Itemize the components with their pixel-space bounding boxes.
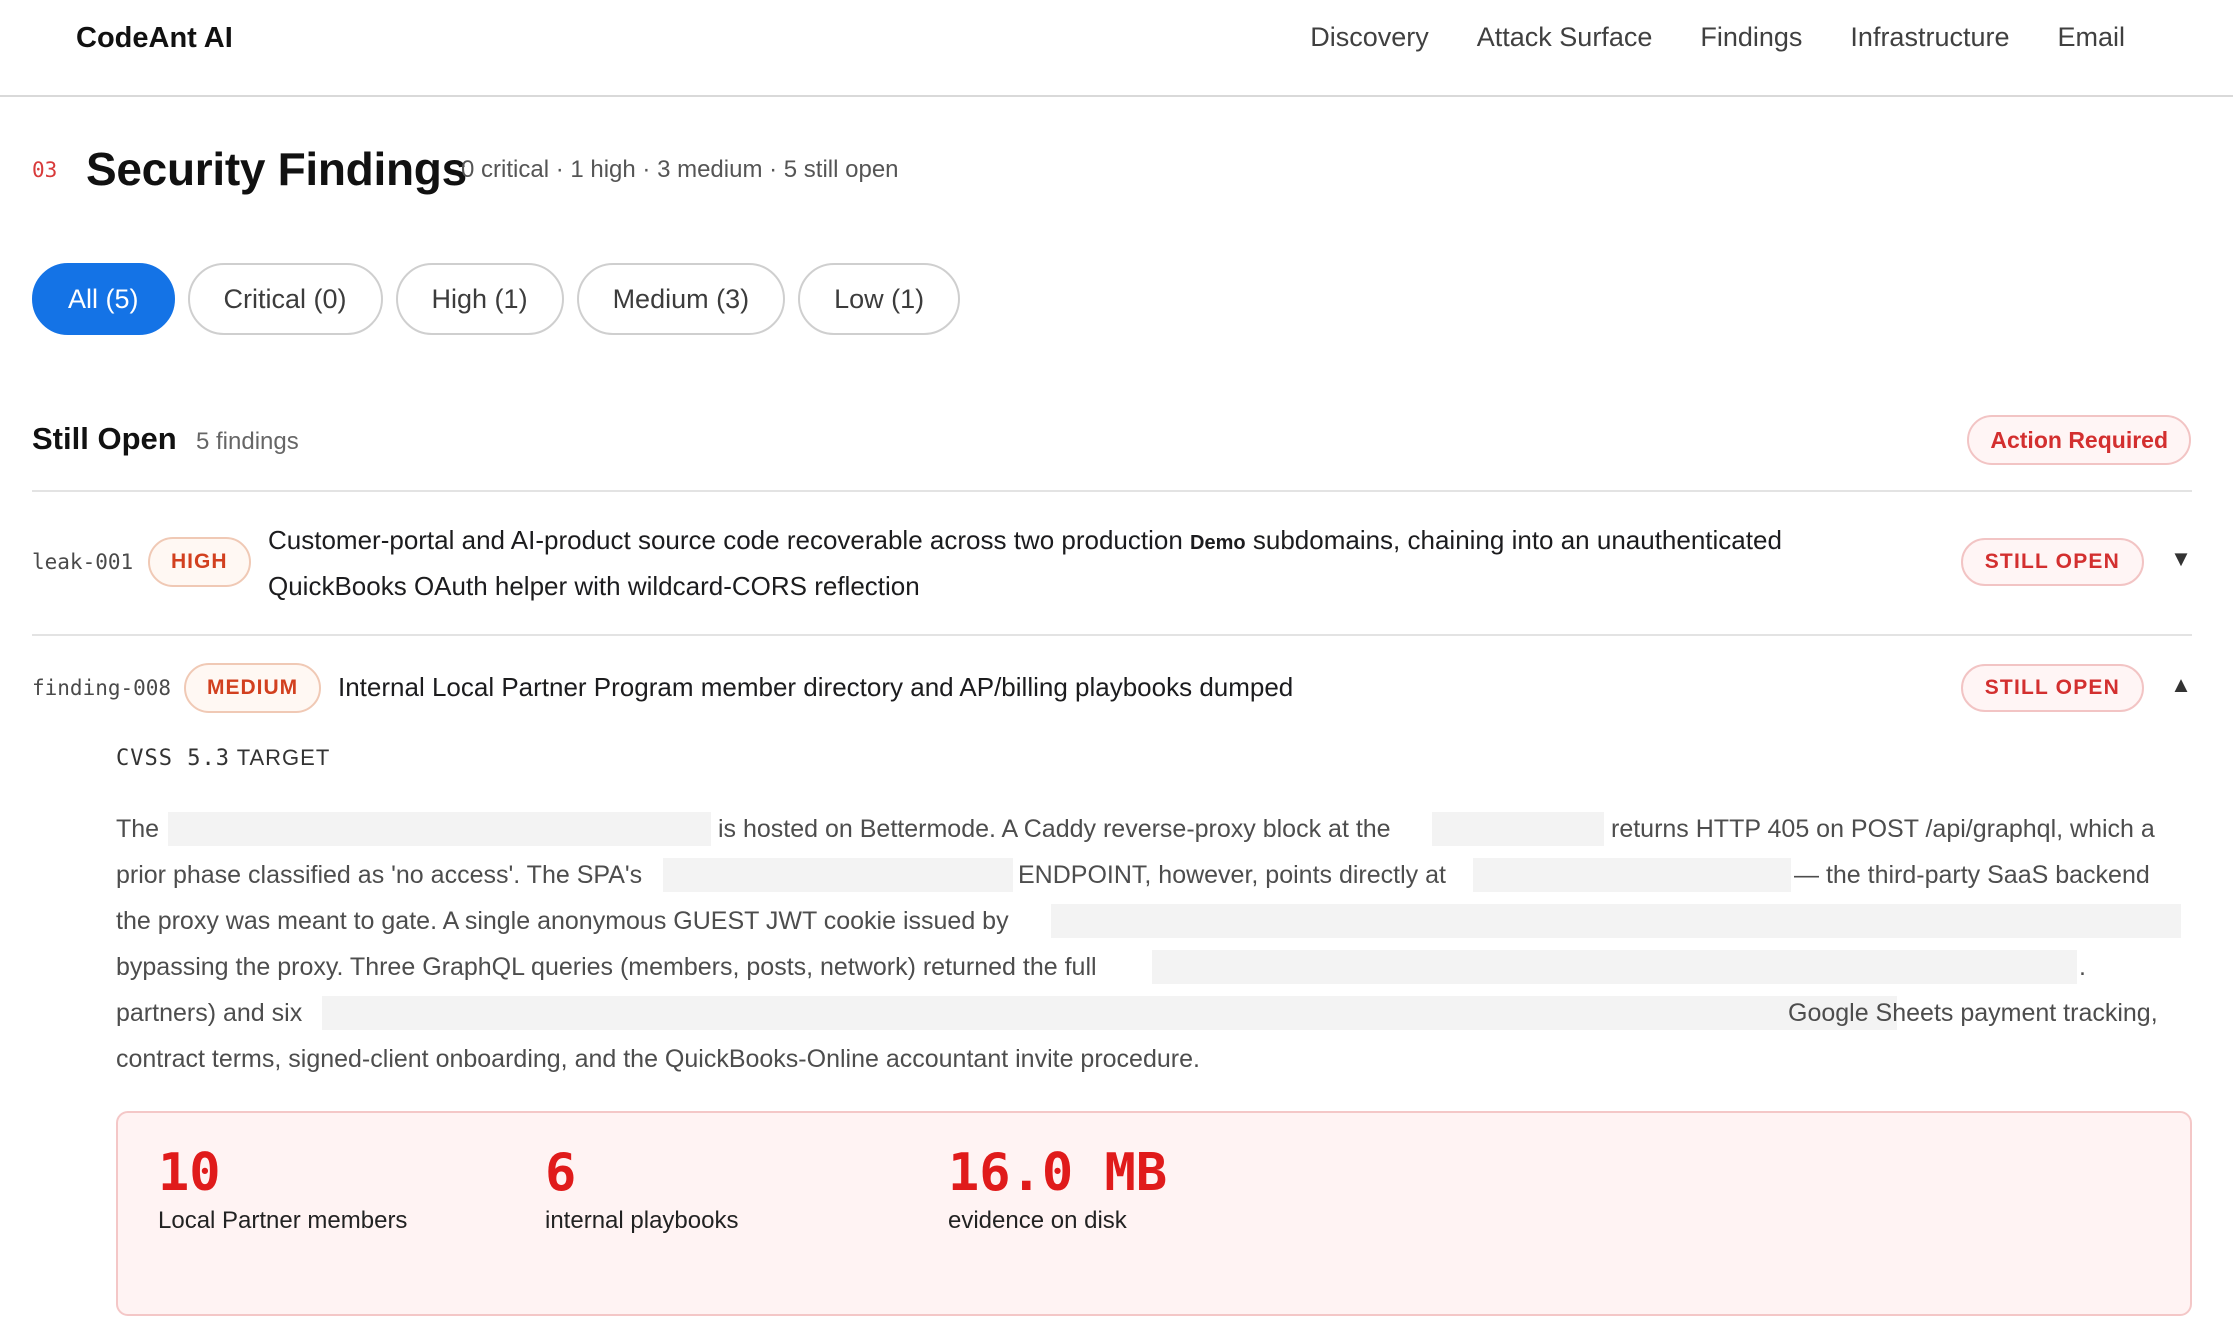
redacted-block <box>1432 812 1604 846</box>
target-label: TARGET <box>236 745 331 770</box>
filter-critical[interactable]: Critical (0) <box>187 263 383 335</box>
action-required-badge: Action Required <box>1967 415 2191 465</box>
page-title: Security Findings <box>86 143 467 195</box>
finding-title-line-2: QuickBooks OAuth helper with wildcard-CO… <box>268 571 920 601</box>
main-nav: Discovery Attack Surface Findings Infras… <box>1310 22 2125 53</box>
impact-stats-card: 10 Local Partner members 6 internal play… <box>116 1111 2192 1316</box>
status-badge: STILL OPEN <box>1960 538 2144 586</box>
severity-badge: MEDIUM <box>184 663 322 713</box>
finding-title[interactable]: Internal Local Partner Program member di… <box>338 666 1293 709</box>
nav-attack-surface[interactable]: Attack Surface <box>1477 22 1653 53</box>
finding-title[interactable]: Customer-portal and AI-product source co… <box>268 519 1908 608</box>
redacted-block <box>168 812 711 846</box>
demo-tag: Demo <box>1190 532 1246 554</box>
description-line: the proxy was meant to gate. A single an… <box>116 898 2182 944</box>
filter-high[interactable]: High (1) <box>395 263 564 335</box>
divider <box>32 490 2192 492</box>
description-text: partners) and six <box>116 999 303 1027</box>
status-badge: STILL OPEN <box>1960 664 2144 712</box>
top-navbar: CodeAnt AI Discovery Attack Surface Find… <box>0 0 2233 97</box>
nav-discovery[interactable]: Discovery <box>1310 22 1429 53</box>
description-text: Google Sheets payment tracking, <box>1788 999 2158 1027</box>
description-text: The <box>116 815 160 843</box>
finding-title-text: subdomains, chaining into an unauthentic… <box>1252 525 1782 555</box>
cvss-target-line: CVSS 5.3 TARGET <box>116 745 330 771</box>
finding-title-text: Customer-portal and AI-product source co… <box>268 525 1183 555</box>
description-text: — the third-party SaaS backend <box>1794 861 2150 889</box>
group-title: Still Open <box>32 421 177 456</box>
filter-all[interactable]: All (5) <box>32 263 175 335</box>
findings-summary: 0 critical · 1 high · 3 medium · 5 still… <box>461 156 899 183</box>
finding-id: leak-001 <box>32 550 134 574</box>
section-number: 03 <box>32 158 58 182</box>
nav-findings[interactable]: Findings <box>1700 22 1802 53</box>
description-text: contract terms, signed-client onboarding… <box>116 1045 1200 1073</box>
redacted-block <box>663 858 1013 892</box>
brand-logo[interactable]: CodeAnt AI <box>76 22 233 55</box>
stat-label: Local Partner members <box>158 1207 408 1234</box>
redacted-block <box>1051 904 2181 938</box>
nav-email[interactable]: Email <box>2057 22 2125 53</box>
filter-low[interactable]: Low (1) <box>798 263 961 335</box>
stat-value: 16.0 MB <box>948 1143 1168 1203</box>
chevron-down-icon[interactable]: ▼ <box>2168 546 2194 572</box>
severity-filter-group: All (5) Critical (0) High (1) Medium (3)… <box>32 263 961 335</box>
description-text: bypassing the proxy. Three GraphQL queri… <box>116 953 1097 981</box>
group-count: 5 findings <box>196 428 299 455</box>
redacted-block <box>322 996 1897 1030</box>
stat-value: 6 <box>545 1143 577 1203</box>
redacted-block <box>1473 858 1791 892</box>
description-line: prior phase classified as 'no access'. T… <box>116 852 2182 898</box>
finding-description: The is hosted on Bettermode. A Caddy rev… <box>116 806 2182 1082</box>
description-line: The is hosted on Bettermode. A Caddy rev… <box>116 806 2182 852</box>
description-text: prior phase classified as 'no access'. T… <box>116 861 643 889</box>
description-text: ENDPOINT, however, points directly at <box>1018 861 1446 889</box>
stat-evidence: 16.0 MB evidence on disk <box>948 1143 1167 1235</box>
description-text: is hosted on Bettermode. A Caddy reverse… <box>718 815 1391 843</box>
stat-label: evidence on disk <box>948 1207 1127 1234</box>
description-line: bypassing the proxy. Three GraphQL queri… <box>116 944 2182 990</box>
stat-playbooks: 6 internal playbooks <box>545 1143 738 1235</box>
nav-infrastructure[interactable]: Infrastructure <box>1850 22 2009 53</box>
severity-badge: HIGH <box>148 537 251 587</box>
description-line: contract terms, signed-client onboarding… <box>116 1036 2182 1082</box>
finding-title-line-1: Customer-portal and AI-product source co… <box>268 519 1908 565</box>
stat-members: 10 Local Partner members <box>158 1143 407 1235</box>
divider <box>32 634 2192 636</box>
description-text: . <box>2079 953 2086 981</box>
finding-id: finding-008 <box>32 676 172 700</box>
redacted-block <box>1152 950 2077 984</box>
chevron-up-icon[interactable]: ▲ <box>2168 672 2194 698</box>
stat-label: internal playbooks <box>545 1207 739 1234</box>
filter-medium[interactable]: Medium (3) <box>576 263 786 335</box>
stat-value: 10 <box>158 1143 221 1203</box>
cvss-score: CVSS 5.3 <box>116 746 230 771</box>
description-text: the proxy was meant to gate. A single an… <box>116 907 1009 935</box>
description-text: returns HTTP 405 on POST /api/graphql, w… <box>1611 815 2155 843</box>
description-line: partners) and six Google Sheets payment … <box>116 990 2182 1036</box>
